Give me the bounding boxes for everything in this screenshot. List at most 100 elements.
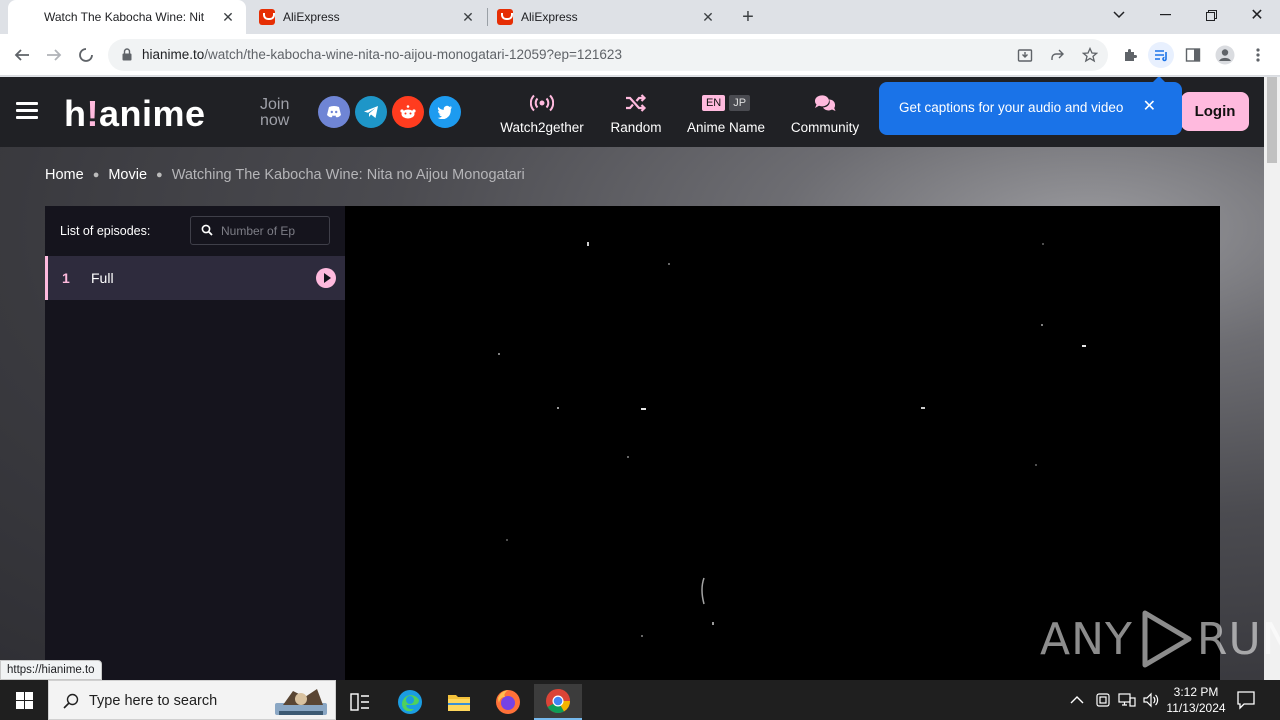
- new-tab-button[interactable]: +: [737, 6, 759, 28]
- language-toggle[interactable]: EN JP: [684, 91, 768, 115]
- tab-aliexpress-2[interactable]: AliExpress ✕: [488, 0, 726, 34]
- episode-number-input[interactable]: [221, 222, 325, 240]
- breadcrumb-separator: ●: [92, 169, 100, 181]
- menu-hamburger-icon[interactable]: [16, 102, 38, 120]
- play-icon[interactable]: [316, 268, 336, 288]
- close-tab-icon[interactable]: ✕: [460, 9, 476, 25]
- windows-start-icon[interactable]: [0, 680, 48, 720]
- chat-bubbles-icon: [786, 91, 864, 115]
- join-line: now: [260, 112, 290, 129]
- shuffle-icon: [604, 91, 668, 115]
- nav-random[interactable]: Random: [604, 91, 668, 135]
- close-icon[interactable]: ✕: [1143, 99, 1156, 115]
- search-icon: [63, 693, 79, 709]
- install-app-icon[interactable]: [1015, 45, 1035, 65]
- file-explorer-icon[interactable]: [435, 684, 483, 720]
- nav-label: Community: [790, 120, 860, 135]
- close-tab-icon[interactable]: ✕: [220, 9, 236, 25]
- lang-jp-option[interactable]: JP: [729, 95, 751, 111]
- tab-search-icon[interactable]: [1096, 0, 1142, 30]
- tab-title: AliExpress: [283, 10, 340, 24]
- logo-text: anime: [99, 93, 206, 134]
- tab-strip: Watch The Kabocha Wine: Nita no Aijou Mo…: [0, 0, 1280, 34]
- episode-list-title: List of episodes:: [60, 224, 151, 238]
- address-bar[interactable]: hianime.to/watch/the-kabocha-wine-nita-n…: [108, 39, 1108, 71]
- episode-name: Full: [91, 270, 114, 286]
- telegram-icon[interactable]: [355, 96, 387, 128]
- close-tab-icon[interactable]: ✕: [700, 9, 716, 25]
- login-button[interactable]: Login: [1181, 92, 1249, 131]
- nav-label: Watch2gether: [500, 120, 584, 135]
- url-host: hianime.to: [142, 47, 205, 62]
- stop-loading-icon[interactable]: [73, 42, 99, 68]
- restore-button[interactable]: [1188, 0, 1234, 30]
- url-path: /watch/the-kabocha-wine-nita-no-aijou-mo…: [204, 47, 622, 62]
- scrollbar-thumb[interactable]: [1267, 77, 1277, 163]
- search-highlight-illustration-icon: [275, 689, 327, 715]
- nav-label: Random: [610, 120, 662, 135]
- system-clock[interactable]: 3:12 PM 11/13/2024: [1158, 684, 1234, 716]
- url-text[interactable]: hianime.to/watch/the-kabocha-wine-nita-n…: [142, 47, 622, 62]
- episode-search-box[interactable]: [190, 216, 330, 245]
- anyrun-watermark: ANY RUN: [1040, 607, 1280, 671]
- task-view-icon[interactable]: [336, 684, 384, 720]
- minimize-button[interactable]: [1142, 0, 1188, 30]
- firefox-icon[interactable]: [484, 684, 532, 720]
- link-status-bubble: https://hianime.to: [0, 660, 102, 680]
- aliexpress-favicon-icon: [497, 9, 513, 25]
- media-controls-icon[interactable]: [1148, 42, 1174, 68]
- search-placeholder-text: Type here to search: [89, 693, 218, 709]
- twitter-icon[interactable]: [429, 96, 461, 128]
- forward-button[interactable]: [41, 42, 67, 68]
- breadcrumb-separator: ●: [156, 169, 163, 181]
- tab-hianime[interactable]: Watch The Kabocha Wine: Nita no Aijou Mo…: [8, 0, 246, 34]
- lang-en-option[interactable]: EN: [701, 95, 726, 111]
- discord-icon[interactable]: [318, 96, 350, 128]
- tab-title: Watch The Kabocha Wine: Nita no Aijou Mo…: [44, 10, 204, 24]
- logo-accent: !: [86, 93, 99, 134]
- clock-date: 11/13/2024: [1166, 701, 1226, 715]
- logo-text: h: [64, 93, 87, 134]
- nav-watch2gether[interactable]: Watch2gether: [496, 91, 588, 135]
- nav-community[interactable]: Community: [786, 91, 864, 135]
- episode-list-panel: List of episodes: 1 Full: [45, 206, 345, 680]
- breadcrumb-movie-link[interactable]: Movie: [108, 167, 147, 183]
- breadcrumb-current: Watching The Kabocha Wine: Nita no Aijou…: [171, 167, 525, 183]
- reddit-icon[interactable]: [392, 96, 424, 128]
- aliexpress-favicon-icon: [259, 9, 275, 25]
- episode-number: 1: [62, 270, 70, 286]
- search-icon: [201, 224, 213, 236]
- breadcrumb: Home ● Movie ● Watching The Kabocha Wine…: [45, 167, 525, 183]
- taskbar-search-box[interactable]: Type here to search: [48, 680, 336, 720]
- web-page: h!anime Join now Watch2gether Random EN …: [0, 77, 1280, 680]
- play-triangle-icon: [1142, 610, 1192, 668]
- tab-aliexpress-1[interactable]: AliExpress ✕: [248, 0, 486, 34]
- join-line: Join: [260, 96, 290, 113]
- live-caption-promo-bubble: Get captions for your audio and video ✕: [879, 77, 1182, 135]
- lock-icon[interactable]: [122, 48, 132, 61]
- share-icon[interactable]: [1047, 45, 1067, 65]
- nav-anime-name[interactable]: EN JP Anime Name: [684, 91, 768, 135]
- watermark-text: ANY: [1040, 613, 1133, 665]
- edge-browser-icon[interactable]: [386, 684, 434, 720]
- show-hidden-icons-icon[interactable]: [1070, 680, 1084, 720]
- chrome-icon[interactable]: [534, 684, 582, 720]
- nav-label: Anime Name: [686, 120, 766, 135]
- notification-center-icon[interactable]: [1236, 690, 1256, 710]
- close-window-button[interactable]: ✕: [1234, 0, 1280, 30]
- join-now-label: Join now: [260, 97, 289, 129]
- clock-time: 3:12 PM: [1173, 685, 1219, 699]
- side-panel-icon[interactable]: [1180, 42, 1206, 68]
- hianime-logo[interactable]: h!anime: [64, 93, 206, 135]
- back-button[interactable]: [9, 42, 35, 68]
- bookmark-star-icon[interactable]: [1080, 45, 1100, 65]
- breadcrumb-home-link[interactable]: Home: [45, 167, 84, 183]
- page-scrollbar[interactable]: [1264, 77, 1280, 680]
- broadcast-icon: [496, 91, 588, 115]
- extensions-puzzle-icon[interactable]: [1117, 42, 1143, 68]
- network-icon[interactable]: [1118, 680, 1136, 720]
- chrome-menu-icon[interactable]: [1245, 42, 1271, 68]
- episode-item[interactable]: 1 Full: [45, 256, 345, 300]
- profile-avatar-icon[interactable]: [1212, 42, 1238, 68]
- meet-now-icon[interactable]: [1095, 680, 1111, 720]
